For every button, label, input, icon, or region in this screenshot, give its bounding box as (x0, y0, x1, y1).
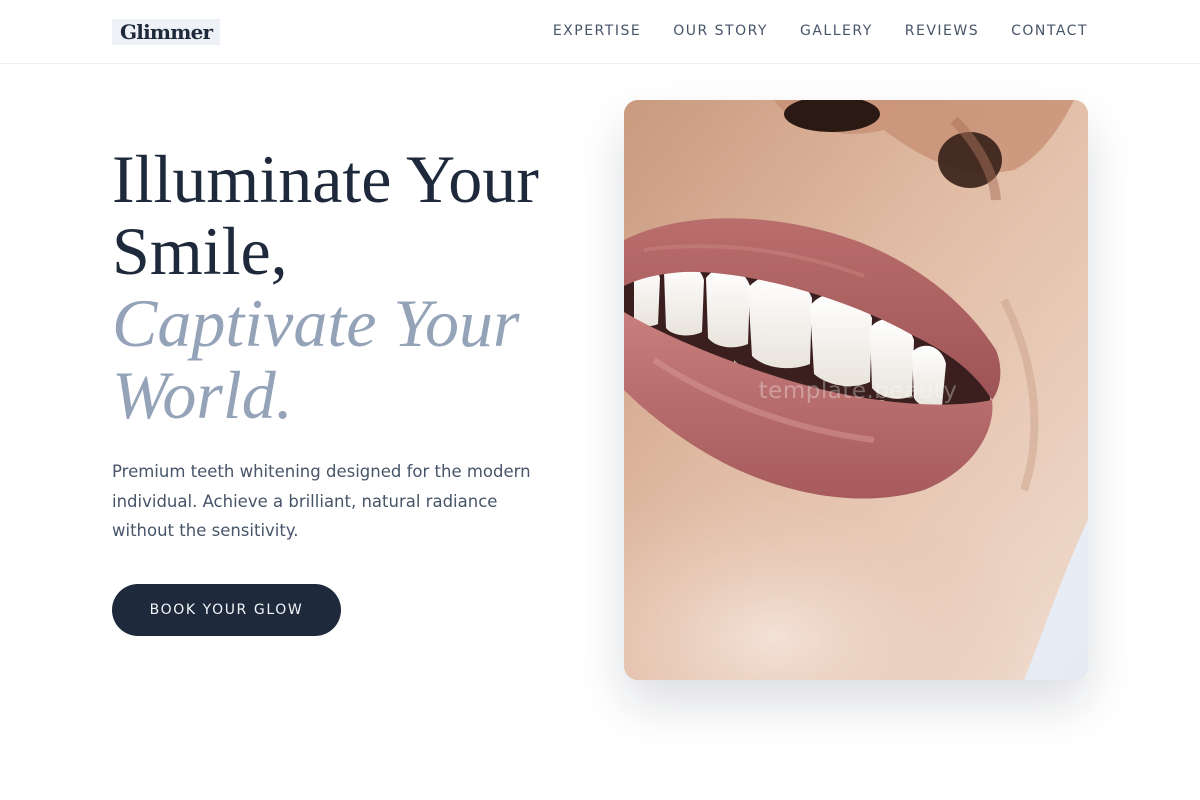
hero-smile-image: template.beauty (624, 100, 1088, 680)
hero-headline: Illuminate Your Smile, Captivate Your Wo… (112, 143, 612, 431)
nav-link-expertise[interactable]: EXPERTISE (553, 21, 641, 41)
headline-line-2: Smile, (112, 213, 288, 289)
headline-line-1: Illuminate Your (112, 141, 539, 217)
logo[interactable]: Glimmer (112, 19, 221, 45)
headline-accent-line-2: World. (112, 357, 293, 433)
nav-link-contact[interactable]: CONTACT (1011, 21, 1088, 41)
main-nav: EXPERTISE OUR STORY GALLERY REVIEWS CONT… (553, 21, 1088, 41)
site-header: Glimmer EXPERTISE OUR STORY GALLERY REVI… (0, 0, 1200, 64)
hero-description: Premium teeth whitening designed for the… (112, 462, 531, 540)
nav-link-our-story[interactable]: OUR STORY (673, 21, 768, 41)
headline-accent-line-1: Captivate Your (112, 285, 520, 361)
nav-link-gallery[interactable]: GALLERY (800, 21, 873, 41)
smile-illustration (624, 100, 1088, 680)
nav-link-reviews[interactable]: REVIEWS (905, 21, 979, 41)
book-your-glow-button[interactable]: BOOK YOUR GLOW (112, 584, 341, 636)
